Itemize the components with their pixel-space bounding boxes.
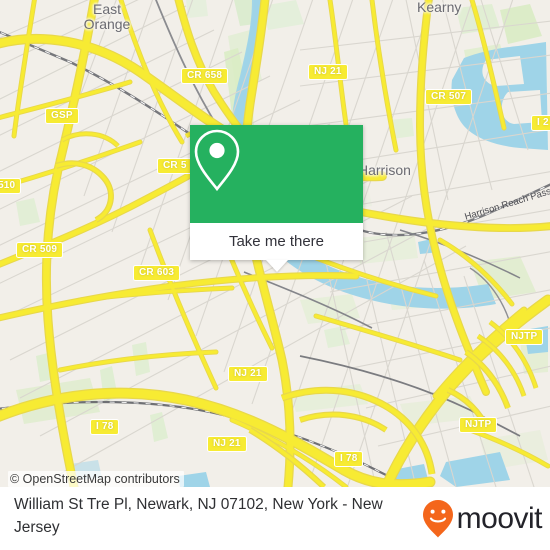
moovit-wordmark: moovit — [456, 502, 543, 535]
shield-gsp: GSP — [45, 108, 79, 124]
map-screenshot: East Orange Kearny Harrison Harrison Rea… — [0, 0, 550, 550]
shield-nj-21-mid: NJ 21 — [228, 366, 268, 382]
place-label-east-orange: East Orange — [62, 2, 152, 32]
shield-cr-5xx-behind-card: CR 5 — [157, 158, 193, 174]
place-label-kearny: Kearny — [417, 0, 462, 15]
moovit-pin-smiley-icon — [422, 500, 453, 538]
moovit-logo[interactable]: moovit — [421, 499, 543, 539]
place-label-line1: East — [92, 1, 121, 17]
shield-i-78-bottom: I 78 — [334, 451, 364, 467]
location-caption: William St Tre Pl, Newark, NJ 07102, New… — [14, 496, 383, 536]
footer-bar: William St Tre Pl, Newark, NJ 07102, New… — [0, 487, 550, 550]
shield-njtp-upper-right: NJTP — [505, 329, 544, 345]
popup-pin-area — [190, 125, 363, 223]
take-me-there-button[interactable]: Take me there — [190, 223, 363, 260]
location-popup-card[interactable]: Take me there — [190, 125, 363, 272]
shield-interstate-right-edge: I 2 — [531, 115, 550, 131]
shield-nj-21-north: NJ 21 — [308, 64, 348, 80]
shield-njtp-lower: NJTP — [459, 417, 498, 433]
shield-cr-509: CR 509 — [16, 242, 64, 258]
place-label-line2: Orange — [83, 16, 131, 32]
shield-i-78-left: I 78 — [90, 419, 120, 435]
shield-cr-510-left-edge: 510 — [0, 178, 22, 194]
shield-cr-507: CR 507 — [425, 89, 473, 105]
shield-cr-658: CR 658 — [181, 68, 229, 84]
popup-pointer-tail — [265, 260, 288, 272]
shield-nj-21-bottom: NJ 21 — [207, 436, 247, 452]
map-pin-icon — [194, 129, 240, 192]
map-canvas[interactable]: East Orange Kearny Harrison Harrison Rea… — [0, 0, 550, 487]
place-label-harrison: Harrison — [358, 162, 411, 178]
take-me-there-label: Take me there — [228, 233, 325, 250]
map-attribution[interactable]: © OpenStreetMap contributors — [8, 471, 184, 487]
shield-cr-603: CR 603 — [133, 265, 181, 281]
